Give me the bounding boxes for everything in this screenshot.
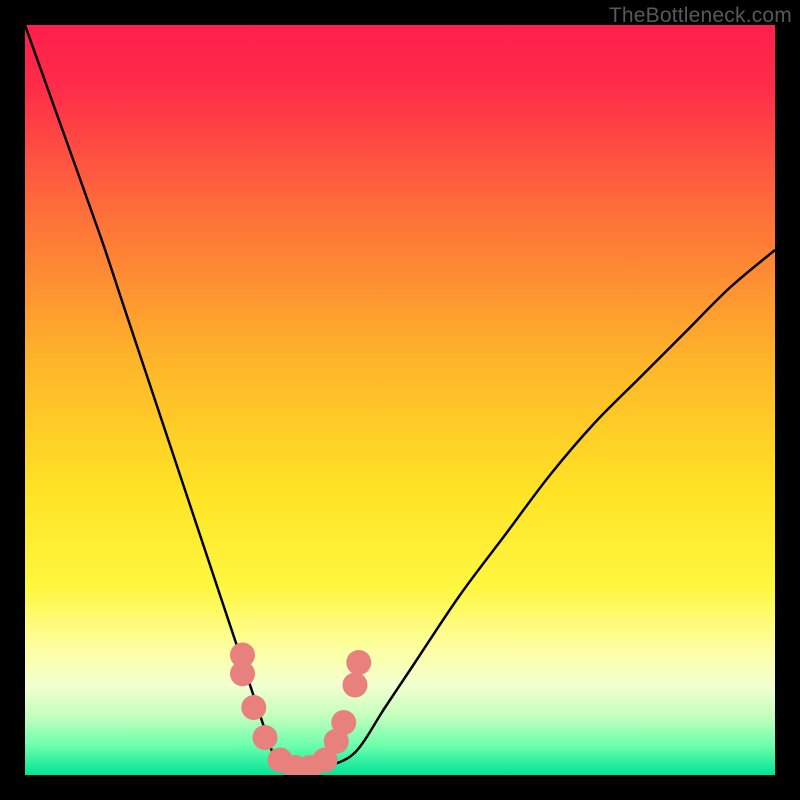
marker-point bbox=[253, 725, 278, 750]
bottleneck-chart bbox=[25, 25, 775, 775]
marker-point bbox=[346, 650, 371, 675]
marker-point bbox=[241, 695, 266, 720]
marker-point bbox=[230, 661, 255, 686]
plot-area bbox=[25, 25, 775, 775]
watermark-text: TheBottleneck.com bbox=[609, 4, 792, 28]
gradient-background bbox=[25, 25, 775, 775]
marker-point bbox=[343, 673, 368, 698]
marker-point bbox=[331, 710, 356, 735]
chart-frame: TheBottleneck.com bbox=[0, 0, 800, 800]
